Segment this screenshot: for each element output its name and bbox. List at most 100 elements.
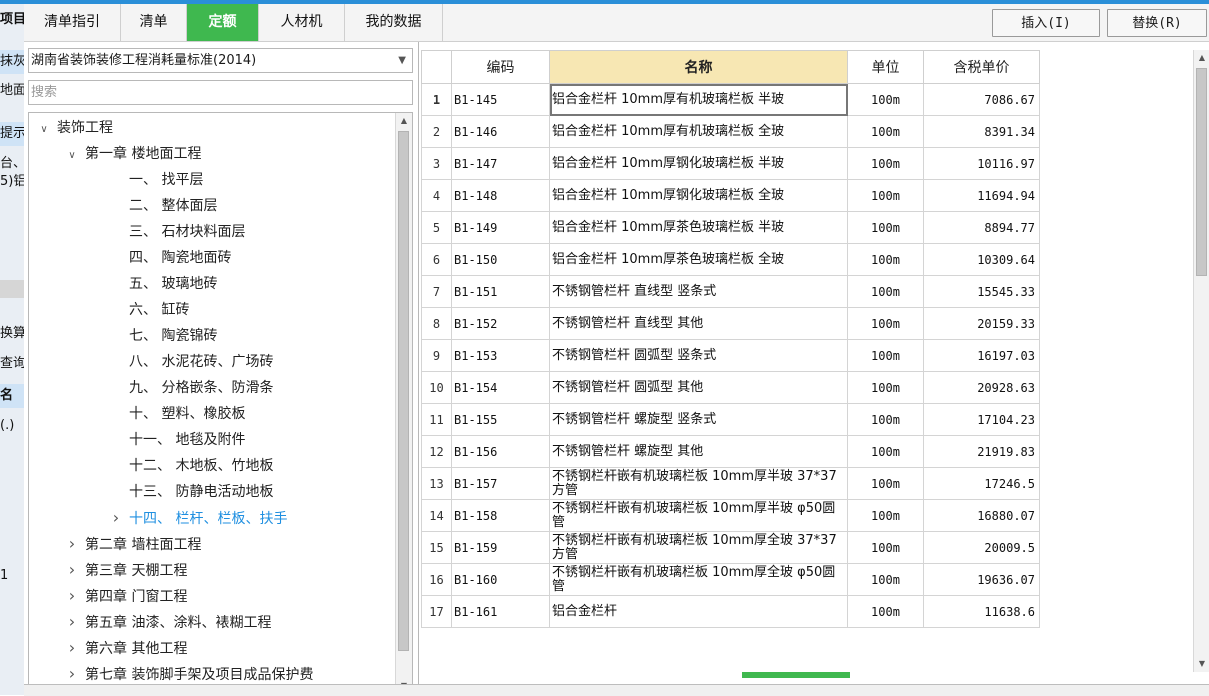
cell-name[interactable]: 不锈钢管栏杆 直线型 其他 — [549, 307, 848, 340]
table-row[interactable]: 6 B1-150 铝合金栏杆 10mm厚茶色玻璃栏板 全玻 100m 10309.64 — [421, 243, 1045, 276]
chevron-down-icon[interactable]: ∨ — [65, 143, 79, 169]
cell-name[interactable]: 铝合金栏杆 10mm厚茶色玻璃栏板 全玻 — [549, 243, 848, 276]
tree-item[interactable]: 十一、 地毯及附件 — [109, 427, 245, 453]
tree-item[interactable]: › 第三章 天棚工程 — [65, 557, 188, 583]
cell-name[interactable]: 不锈钢管栏杆 圆弧型 竖条式 — [549, 339, 848, 372]
cell-name[interactable]: 不锈钢栏杆嵌有机玻璃栏板 10mm厚半玻 37*37方管 — [549, 467, 848, 500]
tree-item[interactable]: › 十四、 栏杆、栏板、扶手 — [109, 505, 288, 531]
table-row[interactable]: 14 B1-158 不锈钢栏杆嵌有机玻璃栏板 10mm厚半玻 φ50圆管 100m 16… — [421, 499, 1045, 532]
table-row[interactable]: 3 B1-147 铝合金栏杆 10mm厚钢化玻璃栏板 半玻 100m 10116.97 — [421, 147, 1045, 180]
tab-bill[interactable]: 清单 — [121, 4, 187, 41]
tab-quota[interactable]: 定额 — [187, 4, 259, 41]
row-number[interactable]: 11 — [421, 403, 452, 436]
cell-code[interactable]: B1-154 — [451, 371, 550, 404]
cell-code[interactable]: B1-147 — [451, 147, 550, 180]
chevron-down-icon[interactable]: ∨ — [37, 117, 51, 143]
table-row[interactable]: 16 B1-160 不锈钢栏杆嵌有机玻璃栏板 10mm厚全玻 φ50圆管 100m 19… — [421, 563, 1045, 596]
cell-unit[interactable]: 100m — [847, 403, 924, 436]
chevron-right-icon[interactable]: › — [65, 531, 79, 557]
chevron-right-icon[interactable]: › — [65, 635, 79, 661]
cell-price[interactable]: 11638.6 — [923, 595, 1040, 628]
tab-guide[interactable]: 清单指引 — [24, 4, 121, 41]
cell-unit[interactable]: 100m — [847, 339, 924, 372]
cell-code[interactable]: B1-158 — [451, 499, 550, 532]
cell-price[interactable]: 11694.94 — [923, 179, 1040, 212]
tree-item[interactable]: 二、 整体面层 — [109, 193, 217, 219]
tree-item[interactable]: › 第六章 其他工程 — [65, 635, 188, 661]
library-select[interactable]: 湖南省装饰装修工程消耗量标准(2014) ▼ — [28, 48, 413, 73]
tree-item[interactable]: 四、 陶瓷地面砖 — [109, 245, 231, 271]
cell-price[interactable]: 16197.03 — [923, 339, 1040, 372]
cell-name[interactable]: 不锈钢管栏杆 直线型 竖条式 — [549, 275, 848, 308]
tree-item[interactable]: 七、 陶瓷锦砖 — [109, 323, 217, 349]
row-number[interactable]: 13 — [421, 467, 452, 500]
tree-item[interactable]: 六、 缸砖 — [109, 297, 189, 323]
tab-labor-material-machine[interactable]: 人材机 — [259, 4, 345, 41]
cell-price[interactable]: 20159.33 — [923, 307, 1040, 340]
table-row[interactable]: 5 B1-149 铝合金栏杆 10mm厚茶色玻璃栏板 半玻 100m 8894.77 — [421, 211, 1045, 244]
row-number[interactable]: 2 — [421, 115, 452, 148]
cell-price[interactable]: 20928.63 — [923, 371, 1040, 404]
cell-price[interactable]: 7086.67 — [923, 83, 1040, 116]
tree-item[interactable]: 九、 分格嵌条、防滑条 — [109, 375, 273, 401]
cell-name[interactable]: 铝合金栏杆 10mm厚钢化玻璃栏板 半玻 — [549, 147, 848, 180]
cell-name[interactable]: 铝合金栏杆 10mm厚有机玻璃栏板 半玻 — [549, 83, 848, 116]
cell-name[interactable]: 铝合金栏杆 10mm厚有机玻璃栏板 全玻 — [549, 115, 848, 148]
row-number[interactable]: 5 — [421, 211, 452, 244]
tree-item[interactable]: ∨ 装饰工程 — [37, 115, 113, 141]
table-row[interactable]: 13 B1-157 不锈钢栏杆嵌有机玻璃栏板 10mm厚半玻 37*37方管 100m… — [421, 467, 1045, 500]
row-number[interactable]: 16 — [421, 563, 452, 596]
header-name[interactable]: 名称 — [549, 50, 848, 84]
cell-unit[interactable]: 100m — [847, 595, 924, 628]
cell-code[interactable]: B1-149 — [451, 211, 550, 244]
cell-name[interactable]: 不锈钢管栏杆 螺旋型 其他 — [549, 435, 848, 468]
cell-price[interactable]: 19636.07 — [923, 563, 1040, 596]
cell-unit[interactable]: 100m — [847, 467, 924, 500]
table-row[interactable]: 11 B1-155 不锈钢管栏杆 螺旋型 竖条式 100m 17104.23 — [421, 403, 1045, 436]
panel-splitter-handle[interactable] — [742, 672, 850, 678]
header-price[interactable]: 含税单价 — [923, 50, 1040, 84]
row-number[interactable]: 8 — [421, 307, 452, 340]
cell-code[interactable]: B1-145 — [451, 83, 550, 116]
cell-price[interactable]: 10116.97 — [923, 147, 1040, 180]
cell-name[interactable]: 铝合金栏杆 10mm厚钢化玻璃栏板 全玻 — [549, 179, 848, 212]
tree-item[interactable]: › 第二章 墙柱面工程 — [65, 531, 202, 557]
cell-unit[interactable]: 100m — [847, 115, 924, 148]
tree-scrollbar[interactable]: ▲ ▼ — [395, 113, 412, 694]
cell-unit[interactable]: 100m — [847, 307, 924, 340]
cell-code[interactable]: B1-146 — [451, 115, 550, 148]
cell-code[interactable]: B1-157 — [451, 467, 550, 500]
cell-name[interactable]: 不锈钢管栏杆 螺旋型 竖条式 — [549, 403, 848, 436]
tree-item[interactable]: 三、 石材块料面层 — [109, 219, 245, 245]
tree-item[interactable]: 十三、 防静电活动地板 — [109, 479, 273, 505]
tree-item[interactable]: › 第四章 门窗工程 — [65, 583, 188, 609]
table-row[interactable]: 17 B1-161 铝合金栏杆 100m 11638.6 — [421, 595, 1045, 628]
cell-price[interactable]: 8391.34 — [923, 115, 1040, 148]
header-unit[interactable]: 单位 — [847, 50, 924, 84]
cell-name[interactable]: 铝合金栏杆 — [549, 595, 848, 628]
scroll-up-icon[interactable]: ▲ — [1194, 50, 1209, 66]
table-row[interactable]: 15 B1-159 不锈钢栏杆嵌有机玻璃栏板 10mm厚全玻 37*37方管 100m… — [421, 531, 1045, 564]
row-number[interactable]: 3 — [421, 147, 452, 180]
cell-code[interactable]: B1-153 — [451, 339, 550, 372]
table-row[interactable]: 4 B1-148 铝合金栏杆 10mm厚钢化玻璃栏板 全玻 100m 11694.94 — [421, 179, 1045, 212]
cell-code[interactable]: B1-150 — [451, 243, 550, 276]
search-input[interactable] — [28, 80, 413, 105]
cell-name[interactable]: 不锈钢管栏杆 圆弧型 其他 — [549, 371, 848, 404]
cell-unit[interactable]: 100m — [847, 531, 924, 564]
row-number[interactable]: 12 — [421, 435, 452, 468]
table-row[interactable]: 10 B1-154 不锈钢管栏杆 圆弧型 其他 100m 20928.63 — [421, 371, 1045, 404]
table-row[interactable]: 8 B1-152 不锈钢管栏杆 直线型 其他 100m 20159.33 — [421, 307, 1045, 340]
header-code[interactable]: 编码 — [451, 50, 550, 84]
cell-code[interactable]: B1-161 — [451, 595, 550, 628]
cell-unit[interactable]: 100m — [847, 435, 924, 468]
tree-item[interactable]: › 第五章 油漆、涂料、裱糊工程 — [65, 609, 272, 635]
row-number[interactable]: 17 — [421, 595, 452, 628]
cell-code[interactable]: B1-156 — [451, 435, 550, 468]
scroll-thumb[interactable] — [398, 131, 409, 651]
cell-price[interactable]: 20009.5 — [923, 531, 1040, 564]
replace-button[interactable]: 替换(R) — [1107, 9, 1207, 37]
cell-price[interactable]: 10309.64 — [923, 243, 1040, 276]
cell-price[interactable]: 16880.07 — [923, 499, 1040, 532]
cell-price[interactable]: 8894.77 — [923, 211, 1040, 244]
